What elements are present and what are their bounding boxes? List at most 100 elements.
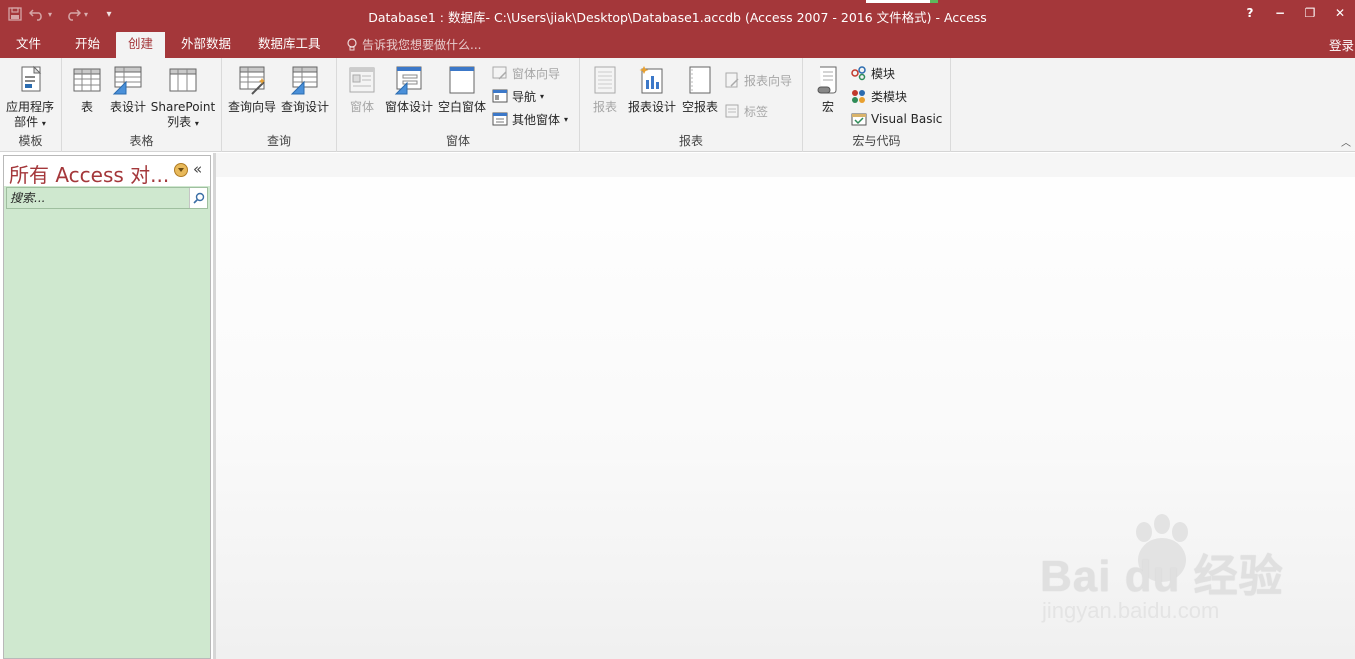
lightbulb-icon [347, 37, 357, 50]
table-label: 表 [80, 100, 93, 114]
more-forms-label: 其他窗体 [512, 112, 561, 127]
form-button[interactable]: 窗体 [343, 64, 381, 115]
chevron-down-icon: ▾ [564, 114, 569, 124]
labels-label: 标签 [744, 104, 769, 119]
report-label: 报表 [592, 100, 617, 114]
blank-form-button[interactable]: 空白窗体 [436, 64, 488, 115]
window-controls: ? − ❐ ✕ [1235, 0, 1355, 30]
form-wizard-label: 窗体向导 [512, 66, 561, 81]
nav-pane-title[interactable]: 所有 Access 对... [9, 159, 169, 188]
sign-in-link[interactable]: 登录 [1329, 35, 1355, 54]
search-icon[interactable] [189, 188, 207, 208]
visual-basic-label: Visual Basic [871, 112, 943, 126]
watermark-main-text: Bai du 经验 [1040, 552, 1284, 601]
report-icon [594, 66, 616, 94]
visual-basic-button[interactable]: Visual Basic [851, 109, 942, 129]
close-button[interactable]: ✕ [1325, 0, 1355, 26]
group-label-templates: 模板 [18, 134, 43, 148]
group-templates: 应用程序 部件 ▾ 模板 [0, 58, 62, 152]
nav-pane-header: 所有 Access 对... « [4, 156, 210, 188]
query-wizard-button[interactable]: 查询向导 [226, 64, 278, 115]
form-design-label: 窗体设计 [384, 100, 433, 114]
group-queries: 查询向导 查询设计 查询 [222, 58, 337, 152]
group-label-tables: 表格 [129, 134, 154, 148]
sharepoint-lists-button[interactable]: SharePoint 列表 ▾ [150, 64, 216, 131]
navigation-form-icon [492, 89, 508, 103]
blank-form-icon [449, 66, 475, 94]
labels-icon [725, 104, 739, 118]
blank-report-icon [689, 66, 711, 94]
macro-button[interactable]: 宏 [809, 64, 847, 115]
macro-label: 宏 [821, 100, 834, 114]
app-parts-label-1: 应用程序 [5, 100, 54, 114]
report-wizard-button[interactable]: 报表向导 [724, 70, 792, 90]
table-design-icon [112, 66, 142, 95]
restore-button[interactable]: ❐ [1295, 0, 1325, 26]
report-wizard-label: 报表向导 [744, 73, 793, 88]
report-button[interactable]: 报表 [586, 64, 624, 115]
collapse-ribbon-icon[interactable]: ︿ [1341, 134, 1351, 149]
form-design-button[interactable]: 窗体设计 [383, 64, 435, 115]
table-button[interactable]: 表 [70, 64, 104, 115]
group-label-forms: 窗体 [445, 134, 470, 148]
form-icon [349, 67, 375, 93]
tab-file[interactable]: 文件 [4, 32, 53, 58]
chevron-down-icon: ▾ [41, 119, 46, 128]
app-parts-icon [21, 65, 42, 92]
blank-report-label: 空报表 [681, 100, 718, 114]
tab-home[interactable]: 开始 [63, 32, 112, 58]
tab-external-data[interactable]: 外部数据 [169, 32, 243, 58]
nav-search-box [6, 187, 208, 209]
sharepoint-list-icon [169, 68, 197, 92]
tab-create[interactable]: 创建 [116, 32, 166, 58]
ribbon: 应用程序 部件 ▾ 模板 表 表设计 SharePoint 列表 ▾ 表格 查询… [0, 58, 1355, 152]
module-label: 模块 [871, 66, 896, 81]
module-button[interactable]: 模块 [851, 63, 895, 83]
table-icon [73, 68, 101, 92]
more-forms-icon [492, 112, 508, 126]
help-button[interactable]: ? [1235, 0, 1265, 26]
app-parts-label-2: 部件 [14, 115, 39, 129]
query-design-icon [290, 66, 318, 95]
blank-form-label: 空白窗体 [437, 100, 486, 114]
app-parts-button[interactable]: 应用程序 部件 ▾ [4, 64, 56, 131]
shutter-bar-collapse-icon[interactable]: « [193, 160, 202, 178]
chevron-down-icon: ▾ [540, 91, 545, 101]
baidu-watermark: Bai du 经验 jingyan.baidu.com [1040, 510, 1300, 630]
window-title: Database1 : 数据库- C:\Users\jiak\Desktop\D… [368, 10, 987, 25]
group-label-queries: 查询 [266, 134, 291, 148]
module-icon [851, 66, 866, 81]
report-wizard-icon [725, 72, 739, 88]
nav-pane-menu-icon[interactable] [174, 163, 188, 177]
nav-search-input[interactable] [7, 188, 187, 208]
workspace-tab-strip [216, 153, 1355, 177]
labels-button[interactable]: 标签 [724, 101, 768, 121]
tell-me-text: 告诉我您想要做什么... [362, 38, 482, 52]
minimize-button[interactable]: − [1265, 0, 1295, 26]
chevron-down-icon: ▾ [194, 119, 199, 128]
sharepoint-label-1: SharePoint [150, 100, 216, 114]
report-design-button[interactable]: 报表设计 [626, 64, 678, 115]
progress-indicator [866, 0, 938, 3]
form-label: 窗体 [349, 100, 374, 114]
table-design-button[interactable]: 表设计 [108, 64, 148, 115]
class-module-label: 类模块 [871, 89, 908, 104]
more-forms-button[interactable]: 其他窗体 ▾ [492, 109, 568, 129]
group-macros-code: 宏 模块 类模块 Visual Basic 宏与代码 [803, 58, 951, 152]
group-forms: 窗体 窗体设计 空白窗体 窗体向导 导航 ▾ 其他窗体 ▾ 窗体 [337, 58, 580, 152]
query-design-button[interactable]: 查询设计 [279, 64, 331, 115]
query-wizard-label: 查询向导 [227, 100, 276, 114]
watermark-url: jingyan.baidu.com [1042, 598, 1220, 623]
blank-report-button[interactable]: 空报表 [680, 64, 720, 115]
title-bar: ▾ ▾ ▾ Database1 : 数据库- C:\Users\jiak\Des… [0, 0, 1355, 30]
class-module-button[interactable]: 类模块 [851, 86, 907, 106]
macro-scroll-icon [817, 66, 837, 94]
query-wizard-icon [239, 66, 265, 95]
tell-me-box[interactable]: 告诉我您想要做什么... [346, 36, 481, 53]
report-design-icon [639, 66, 663, 94]
navigation-button[interactable]: 导航 ▾ [492, 86, 544, 106]
form-wizard-button[interactable]: 窗体向导 [492, 63, 560, 83]
query-design-label: 查询设计 [280, 100, 329, 114]
ribbon-tabs: 文件 开始 创建 外部数据 数据库工具 告诉我您想要做什么... 登录 [0, 30, 1355, 58]
tab-database-tools[interactable]: 数据库工具 [246, 32, 333, 58]
